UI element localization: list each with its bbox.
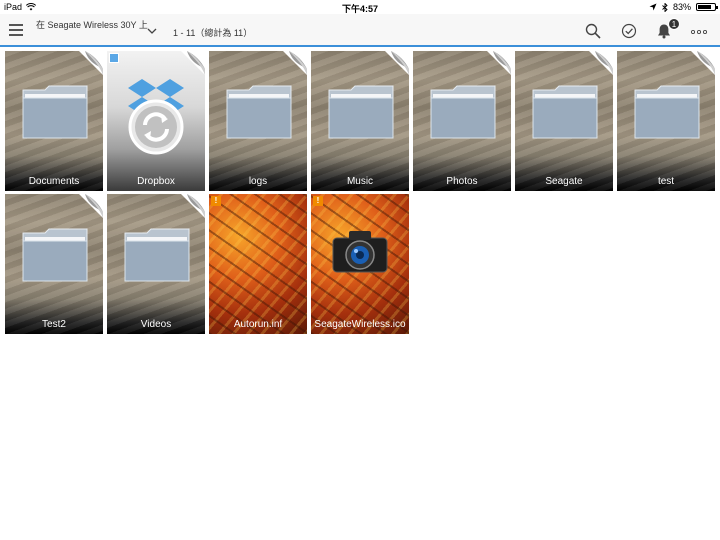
chevron-down-icon[interactable] bbox=[146, 27, 158, 35]
file-name-label: Documents bbox=[28, 176, 80, 187]
file-tile[interactable]: Videos bbox=[107, 194, 205, 334]
toolbar: 在 Seagate Wireless 30Y 上 1 - 11（總計為 11） … bbox=[0, 14, 720, 47]
file-tile[interactable]: Photos bbox=[413, 51, 511, 191]
warning-icon: ! bbox=[211, 196, 221, 206]
page-curl-icon bbox=[79, 51, 103, 75]
file-name-label: Music bbox=[346, 176, 374, 187]
file-tile[interactable]: test bbox=[617, 51, 715, 191]
location-icon bbox=[649, 3, 657, 11]
battery-percent: 83% bbox=[672, 2, 691, 12]
file-name-label: test bbox=[657, 176, 675, 187]
camera-icon bbox=[332, 231, 388, 273]
search-icon[interactable] bbox=[585, 23, 601, 39]
file-tile[interactable]: Seagate bbox=[515, 51, 613, 191]
file-name-label: Videos bbox=[140, 319, 172, 330]
folder-icon bbox=[532, 85, 598, 139]
dropbox-badge-icon bbox=[109, 53, 119, 63]
page-curl-icon bbox=[487, 51, 511, 75]
file-tile[interactable]: Test2 bbox=[5, 194, 103, 334]
check-circle-icon[interactable] bbox=[621, 23, 637, 39]
status-bar: iPad 下午4:57 83% bbox=[0, 0, 720, 14]
file-name-label: Photos bbox=[446, 176, 478, 187]
location-selector[interactable]: 在 Seagate Wireless 30Y 上 bbox=[36, 20, 148, 31]
file-tile[interactable]: logs bbox=[209, 51, 307, 191]
file-name-label: logs bbox=[248, 176, 268, 187]
page-curl-icon bbox=[181, 51, 205, 75]
more-icon[interactable] bbox=[690, 29, 708, 35]
file-name-label: Dropbox bbox=[137, 176, 175, 187]
item-count: 1 - 11（總計為 11） bbox=[173, 28, 253, 38]
folder-icon bbox=[430, 85, 496, 139]
file-name-label: Test2 bbox=[42, 319, 66, 330]
menu-icon[interactable] bbox=[9, 24, 23, 36]
warning-icon: ! bbox=[313, 196, 323, 206]
page-curl-icon bbox=[385, 51, 409, 75]
folder-icon bbox=[226, 85, 292, 139]
file-grid: Documents Dropbox logs Music Photos Seag… bbox=[5, 51, 715, 334]
file-tile[interactable]: ! Autorun.inf bbox=[209, 194, 307, 334]
bluetooth-icon bbox=[662, 2, 668, 12]
page-curl-icon bbox=[283, 51, 307, 75]
file-name-label: Autorun.inf bbox=[233, 319, 283, 330]
page-curl-icon bbox=[589, 51, 613, 75]
folder-icon bbox=[124, 228, 190, 282]
page-curl-icon bbox=[181, 194, 205, 218]
file-tile[interactable]: Documents bbox=[5, 51, 103, 191]
file-name-label: Seagate bbox=[545, 176, 583, 187]
folder-icon bbox=[328, 85, 394, 139]
dropbox-icon bbox=[128, 79, 184, 155]
file-tile[interactable]: ! SeagateWireless.ico bbox=[311, 194, 409, 334]
file-tile[interactable]: Music bbox=[311, 51, 409, 191]
battery-icon bbox=[696, 3, 718, 11]
file-tile[interactable]: Dropbox bbox=[107, 51, 205, 191]
folder-icon bbox=[22, 85, 88, 139]
page-curl-icon bbox=[691, 51, 715, 75]
folder-icon bbox=[22, 228, 88, 282]
notification-badge: 1 bbox=[668, 18, 680, 30]
file-name-label: SeagateWireless.ico bbox=[314, 319, 406, 330]
folder-icon bbox=[634, 85, 700, 139]
page-curl-icon bbox=[79, 194, 103, 218]
